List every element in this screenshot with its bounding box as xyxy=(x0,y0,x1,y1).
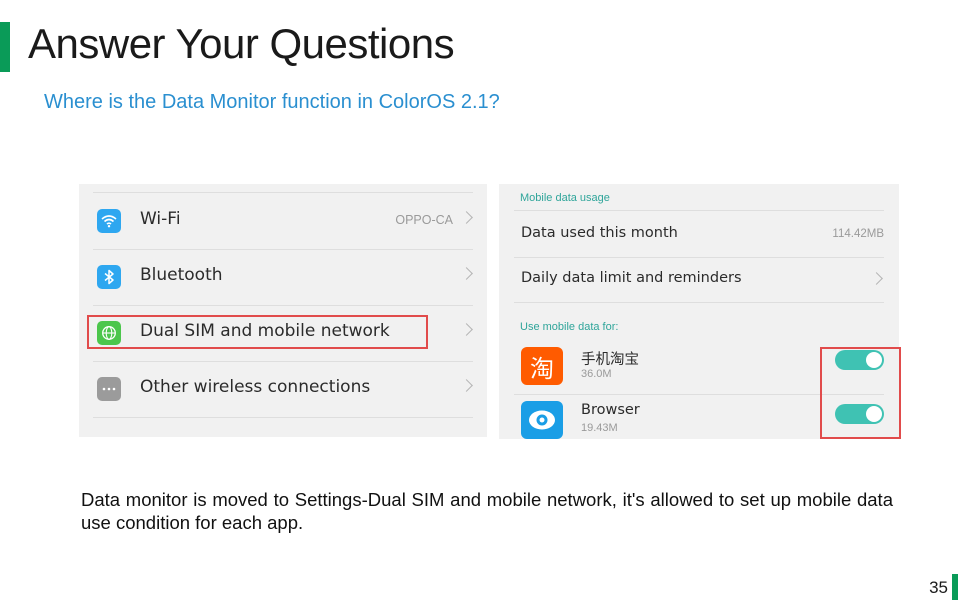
bluetooth-icon xyxy=(97,265,121,289)
setting-value: OPPO-CA xyxy=(395,213,453,227)
app-size: 36.0M xyxy=(581,368,612,380)
divider xyxy=(514,302,884,303)
chevron-right-icon xyxy=(460,323,473,336)
app-name: Browser xyxy=(581,402,640,418)
page-number: 35 xyxy=(929,578,948,597)
highlight-box-dual-sim xyxy=(87,315,428,349)
section-label-usage: Mobile data usage xyxy=(520,192,610,204)
setting-label: Other wireless connections xyxy=(140,377,371,397)
divider xyxy=(514,210,884,211)
divider xyxy=(93,417,473,418)
taobao-icon-glyph: 淘 xyxy=(530,354,554,383)
app-name: 手机淘宝 xyxy=(581,352,639,368)
usage-label: Daily data limit and reminders xyxy=(521,270,742,286)
usage-row-daily-limit[interactable]: Daily data limit and reminders xyxy=(499,257,899,301)
setting-row-wifi[interactable]: Wi-Fi OPPO-CA xyxy=(79,193,487,249)
chevron-right-icon xyxy=(870,272,883,285)
chevron-right-icon xyxy=(460,267,473,280)
setting-row-bluetooth[interactable]: Bluetooth xyxy=(79,249,487,305)
chevron-right-icon xyxy=(460,379,473,392)
chevron-right-icon xyxy=(460,211,473,224)
setting-row-other-wireless[interactable]: Other wireless connections xyxy=(79,361,487,417)
usage-row-data-used[interactable]: Data used this month 114.42MB xyxy=(499,212,899,256)
title-accent-bar xyxy=(0,22,10,72)
slide-body-text: Data monitor is moved to Settings-Dual S… xyxy=(81,489,893,533)
settings-screenshot: Wi-Fi OPPO-CA Bluetooth Dual SIM and mob… xyxy=(79,184,487,437)
setting-label: Wi-Fi xyxy=(140,209,181,229)
browser-icon xyxy=(521,401,563,439)
wifi-icon xyxy=(97,209,121,233)
taobao-icon: 淘 xyxy=(521,347,563,385)
more-icon xyxy=(97,377,121,401)
usage-label: Data used this month xyxy=(521,225,678,241)
section-label-apps: Use mobile data for: xyxy=(520,321,619,333)
slide-subtitle: Where is the Data Monitor function in Co… xyxy=(44,91,500,113)
usage-value: 114.42MB xyxy=(832,228,884,240)
slide-title: Answer Your Questions xyxy=(28,20,455,67)
app-size: 19.43M xyxy=(581,422,618,434)
highlight-box-toggles xyxy=(820,347,901,439)
page-number-accent-bar xyxy=(952,574,958,600)
setting-label: Bluetooth xyxy=(140,265,223,285)
